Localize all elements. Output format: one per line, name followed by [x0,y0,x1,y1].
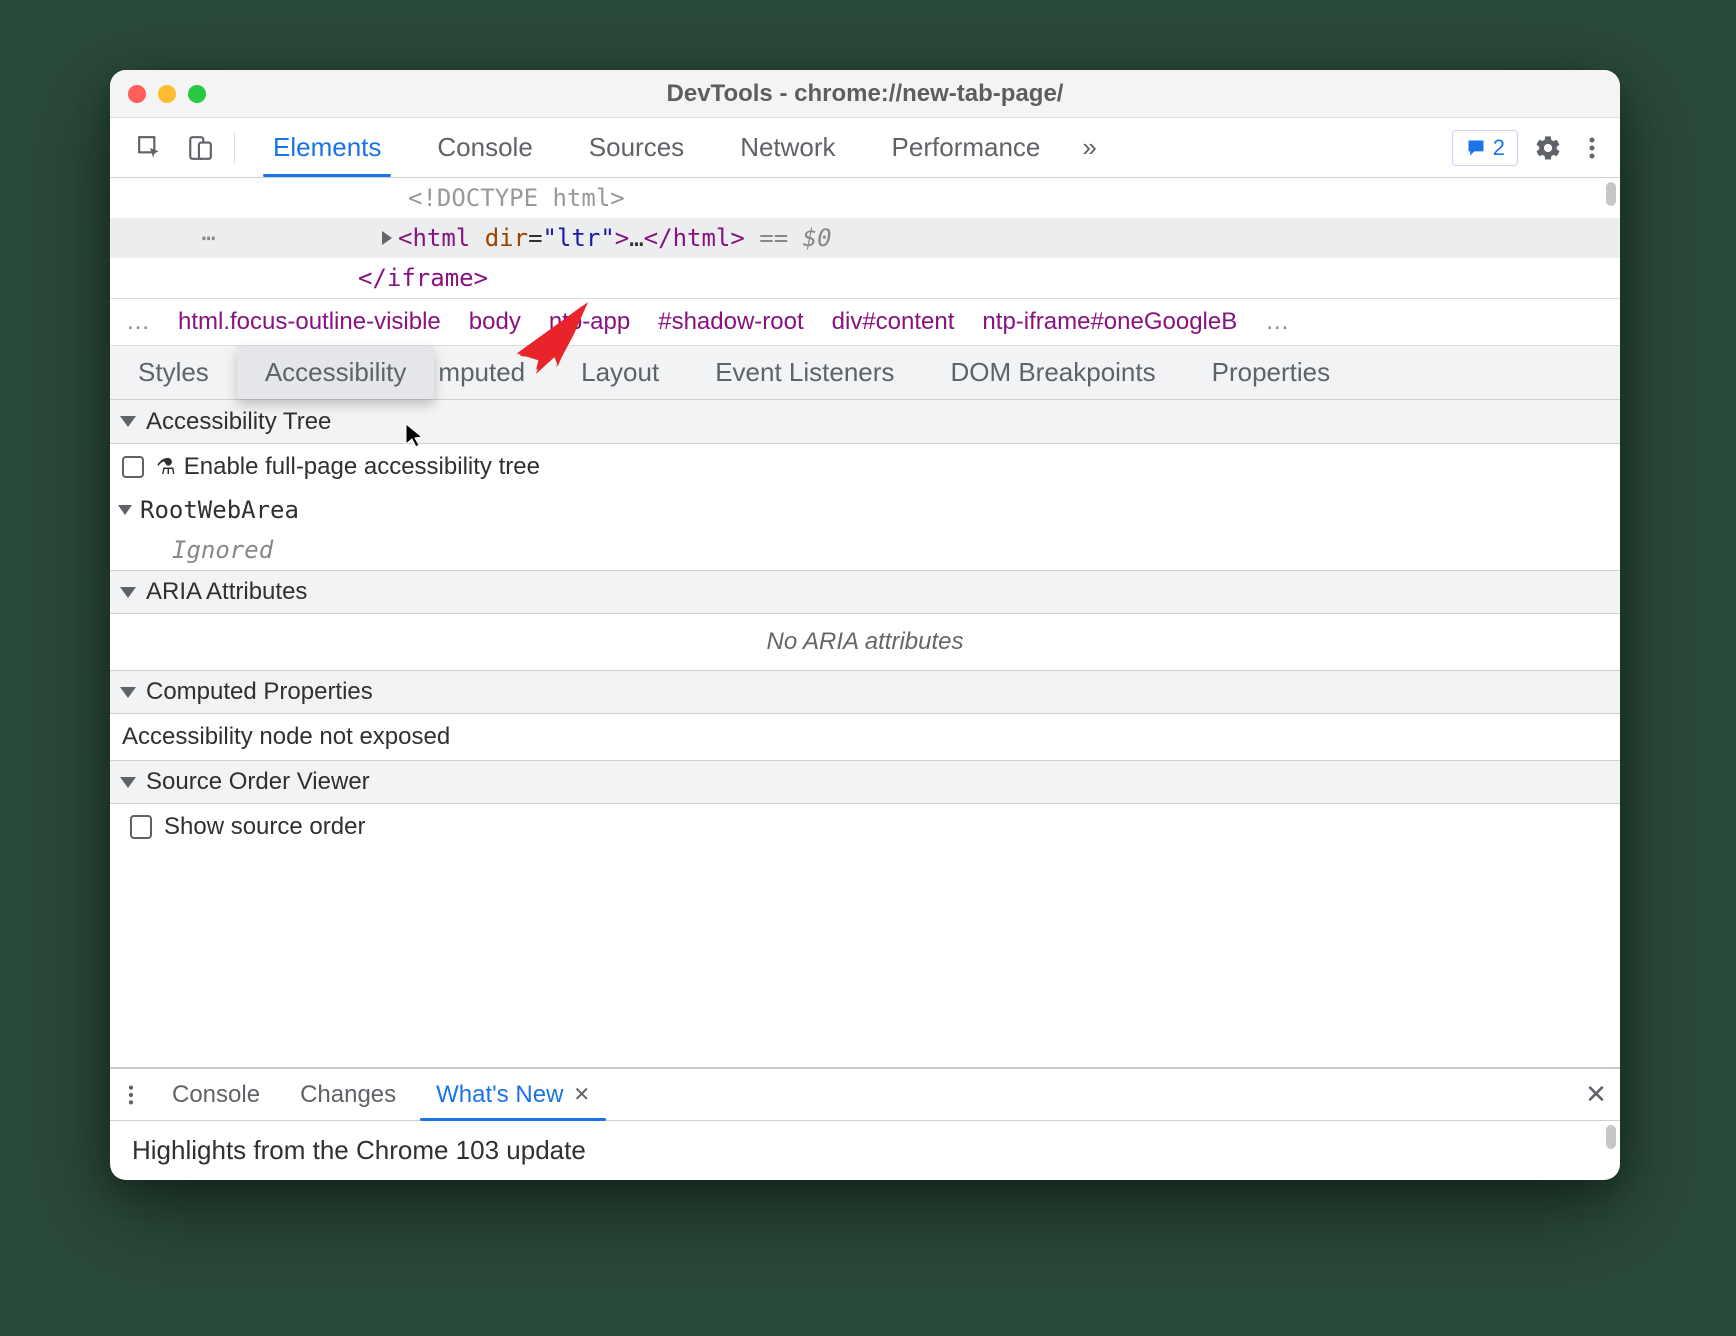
breadcrumb-item[interactable]: div#content [832,308,955,336]
more-tabs-button[interactable]: » [1068,118,1110,177]
section-title: ARIA Attributes [146,578,307,606]
breadcrumb-overflow-right[interactable]: … [1265,308,1289,336]
breadcrumb-item[interactable]: ntp-iframe#oneGoogleB [982,308,1237,336]
tab-network[interactable]: Network [712,118,863,177]
window-controls [128,85,206,103]
breadcrumb-item[interactable]: html.focus-outline-visible [178,308,441,336]
kebab-icon [1589,136,1595,160]
tab-elements[interactable]: Elements [245,118,409,177]
drawer-content: Highlights from the Chrome 103 update [110,1121,1620,1180]
tab-event-listeners[interactable]: Event Listeners [687,346,922,399]
sidebar-tabs: Styles Accessibility mputed Layout Event… [110,346,1620,400]
scrollbar-thumb[interactable] [1606,182,1616,206]
feedback-icon [1465,138,1487,158]
computed-body-text: Accessibility node not exposed [110,714,1620,760]
main-toolbar: Elements Console Sources Network Perform… [110,118,1620,178]
tab-properties[interactable]: Properties [1184,346,1359,399]
tab-label: Console [437,132,532,163]
section-aria-attributes[interactable]: ARIA Attributes [110,570,1620,614]
collapse-icon [120,416,136,427]
collapse-icon [120,687,136,698]
main-panel-tabs: Elements Console Sources Network Perform… [245,118,1452,177]
settings-button[interactable] [1526,126,1570,170]
zoom-window-button[interactable] [188,85,206,103]
breadcrumb-item[interactable]: #shadow-root [658,308,803,336]
scrollbar-thumb[interactable] [1606,1125,1616,1149]
feedback-button[interactable]: 2 [1452,130,1518,166]
close-tab-icon[interactable]: ✕ [573,1082,590,1107]
collapse-icon [120,587,136,598]
tab-dom-breakpoints[interactable]: DOM Breakpoints [922,346,1183,399]
titlebar: DevTools - chrome://new-tab-page/ [110,70,1620,118]
tab-performance[interactable]: Performance [864,118,1069,177]
drawer-tab-whats-new[interactable]: What's New ✕ [416,1069,610,1120]
mouse-cursor-icon [404,422,424,448]
feedback-count: 2 [1493,135,1505,161]
dom-row-selected[interactable]: ⋯ <html dir="ltr">…</html> == $0 [110,218,1620,258]
breadcrumb-item[interactable]: ntp-app [549,308,630,336]
a11y-tree-root[interactable]: RootWebArea [110,490,1620,530]
tab-label: Elements [273,132,381,163]
dom-row[interactable]: <!DOCTYPE html> [110,178,1620,218]
tab-label: Performance [892,132,1041,163]
checkbox[interactable] [122,456,144,478]
tab-layout[interactable]: Layout [553,346,687,399]
closing-tag-text: </iframe> [358,264,488,292]
drawer-tabs: Console Changes What's New ✕ ✕ [110,1069,1620,1121]
tab-styles[interactable]: Styles [110,346,237,399]
collapse-icon [118,505,132,515]
chevron-double-right-icon: » [1082,132,1096,163]
breadcrumb-item[interactable]: body [469,308,521,336]
checkbox-label: Show source order [164,813,365,841]
inspect-element-icon[interactable] [128,126,172,170]
window-title: DevTools - chrome://new-tab-page/ [110,80,1620,108]
a11y-node-ignored: Ignored [172,536,273,564]
close-window-button[interactable] [128,85,146,103]
tab-label: Sources [589,132,684,163]
drawer: Console Changes What's New ✕ ✕ Highlight… [110,1067,1620,1180]
checkbox-label: Enable full-page accessibility tree [184,453,540,481]
kebab-menu-button[interactable] [1570,126,1614,170]
section-title: Accessibility Tree [146,408,331,436]
tab-computed-partial[interactable]: mputed [434,346,553,399]
devtools-window: DevTools - chrome://new-tab-page/ Elemen… [110,70,1620,1180]
drawer-tab-changes[interactable]: Changes [280,1069,416,1120]
collapse-icon [120,777,136,788]
tab-accessibility-dragging[interactable]: Accessibility [237,346,435,399]
a11y-tree-ignored[interactable]: Ignored [110,530,1620,570]
tab-label: Network [740,132,835,163]
doctype-text: <!DOCTYPE html> [408,184,625,212]
dom-row[interactable]: </iframe> [110,258,1620,298]
whats-new-headline: Highlights from the Chrome 103 update [132,1135,586,1165]
tab-sources[interactable]: Sources [561,118,712,177]
kebab-icon [128,1084,134,1106]
section-source-order[interactable]: Source Order Viewer [110,760,1620,804]
drawer-menu-button[interactable] [110,1084,152,1106]
a11y-node-label: RootWebArea [140,496,299,524]
aria-empty-state: No ARIA attributes [110,614,1620,670]
row-actions-icon[interactable]: ⋯ [202,224,218,252]
section-title: Computed Properties [146,678,373,706]
experiment-flask-icon: ⚗ [156,454,176,480]
checkbox[interactable] [130,815,152,839]
tab-console[interactable]: Console [409,118,560,177]
dom-breadcrumbs: … html.focus-outline-visible body ntp-ap… [110,298,1620,346]
source-order-row[interactable]: Show source order [110,804,1620,850]
breadcrumb-overflow-left[interactable]: … [126,308,150,336]
expand-icon[interactable] [382,231,392,245]
section-accessibility-tree[interactable]: Accessibility Tree [110,400,1620,444]
minimize-window-button[interactable] [158,85,176,103]
section-computed-properties[interactable]: Computed Properties [110,670,1620,714]
gear-icon [1534,134,1562,162]
enable-full-page-row[interactable]: ⚗ Enable full-page accessibility tree [110,444,1620,490]
drawer-tab-console[interactable]: Console [152,1069,280,1120]
divider [234,132,235,164]
section-title: Source Order Viewer [146,768,370,796]
drawer-close-button[interactable]: ✕ [1572,1079,1620,1110]
device-toggle-icon[interactable] [178,126,222,170]
